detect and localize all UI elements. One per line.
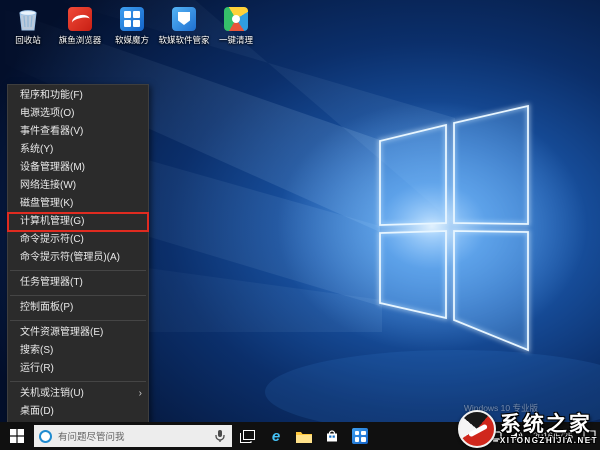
task-view-button[interactable] [232, 422, 262, 450]
ruanmei-manager-icon [171, 6, 197, 32]
taskbar-icon-file-explorer[interactable] [290, 422, 318, 450]
menu-separator [10, 295, 146, 296]
submenu-arrow-icon: › [139, 385, 142, 403]
menu-item-run[interactable]: 运行(R) [8, 360, 148, 378]
ruanmei-cube-icon [352, 428, 368, 444]
edge-icon: e [272, 429, 280, 444]
menu-item-command-prompt-admin[interactable]: 命令提示符(管理员)(A) [8, 249, 148, 267]
menu-item-computer-management[interactable]: 计算机管理(G) [8, 213, 148, 231]
cortana-icon [39, 430, 52, 443]
desktop-icon-ruanmei-manager[interactable]: 软媒软件管家 [160, 6, 208, 45]
menu-item-search[interactable]: 搜索(S) [8, 342, 148, 360]
menu-item-shutdown-signout[interactable]: 关机或注销(U) › [8, 385, 148, 403]
desktop-icon-recycle-bin[interactable]: 回收站 [4, 6, 52, 45]
qiyu-browser-icon [67, 6, 93, 32]
desktop-icon-label: 软媒软件管家 [159, 35, 210, 45]
site-name: 系统之家 [500, 413, 598, 436]
menu-item-network-connections[interactable]: 网络连接(W) [8, 177, 148, 195]
winx-context-menu: 程序和功能(F) 电源选项(O) 事件查看器(V) 系统(Y) 设备管理器(M)… [7, 84, 149, 424]
menu-item-task-manager[interactable]: 任务管理器(T) [8, 274, 148, 292]
menu-item-disk-management[interactable]: 磁盘管理(K) [8, 195, 148, 213]
menu-separator [10, 270, 146, 271]
menu-item-system[interactable]: 系统(Y) [8, 141, 148, 159]
ruanmei-mofang-icon [119, 6, 145, 32]
taskbar-icon-ruanmei-cube[interactable] [346, 422, 374, 450]
site-watermark: 系统之家 XITONGZHIJIA.NET [458, 410, 598, 448]
search-placeholder: 有问题尽管问我 [58, 429, 213, 443]
desktop-icon-row: 回收站 旗鱼浏览器 软媒魔方 软媒软件管家 一键清理 [4, 6, 260, 45]
menu-item-power-options[interactable]: 电源选项(O) [8, 105, 148, 123]
menu-item-command-prompt[interactable]: 命令提示符(C) [8, 231, 148, 249]
menu-separator [10, 320, 146, 321]
menu-item-programs-features[interactable]: 程序和功能(F) [8, 87, 148, 105]
taskbar-icon-store[interactable] [318, 422, 346, 450]
desktop-screen: 回收站 旗鱼浏览器 软媒魔方 软媒软件管家 一键清理 程序和功能(F) 电源选项… [0, 0, 600, 450]
site-logo-icon [458, 410, 496, 448]
taskbar-icon-edge[interactable]: e [262, 422, 290, 450]
menu-item-control-panel[interactable]: 控制面板(P) [8, 299, 148, 317]
recycle-bin-icon [15, 6, 41, 32]
desktop-icon-qiyu-browser[interactable]: 旗鱼浏览器 [56, 6, 104, 45]
site-url: XITONGZHIJIA.NET [500, 436, 598, 445]
start-button[interactable] [0, 422, 34, 450]
desktop-icon-label: 旗鱼浏览器 [59, 35, 102, 45]
desktop-icon-ruanmei-mofang[interactable]: 软媒魔方 [108, 6, 156, 45]
taskbar-app-icons: e [262, 422, 374, 450]
windows-logo-icon [10, 429, 24, 443]
search-input[interactable]: 有问题尽管问我 [34, 425, 232, 447]
desktop-icon-label: 一键清理 [219, 35, 253, 45]
task-view-icon [240, 430, 255, 443]
desktop-icon-label: 软媒魔方 [115, 35, 149, 45]
site-watermark-text: 系统之家 XITONGZHIJIA.NET [500, 413, 598, 445]
menu-item-device-manager[interactable]: 设备管理器(M) [8, 159, 148, 177]
menu-item-file-explorer[interactable]: 文件资源管理器(E) [8, 324, 148, 342]
file-explorer-icon [296, 430, 312, 443]
one-key-clean-icon [223, 6, 249, 32]
microphone-icon[interactable] [213, 429, 227, 443]
menu-item-desktop[interactable]: 桌面(D) [8, 403, 148, 421]
store-icon [325, 429, 339, 443]
menu-separator [10, 381, 146, 382]
menu-item-label: 关机或注销(U) [20, 385, 84, 403]
menu-item-event-viewer[interactable]: 事件查看器(V) [8, 123, 148, 141]
desktop-icon-label: 回收站 [15, 35, 41, 45]
desktop-icon-one-key-clean[interactable]: 一键清理 [212, 6, 260, 45]
